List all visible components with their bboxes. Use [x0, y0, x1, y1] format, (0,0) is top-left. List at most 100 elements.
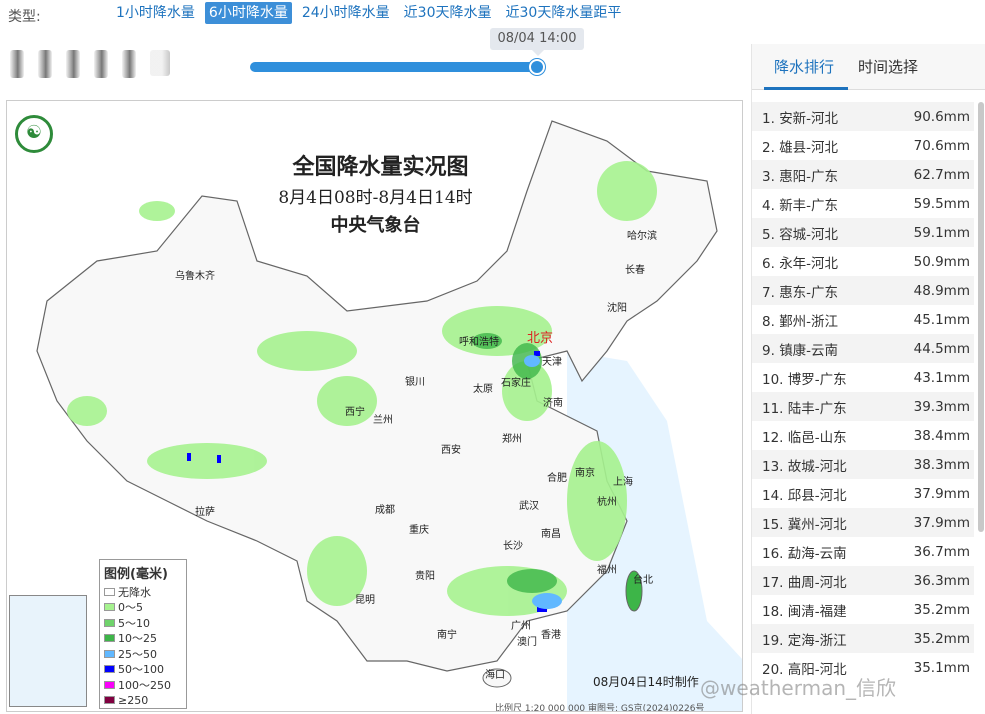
city-label: 西安 [441, 445, 461, 456]
ranking-row[interactable]: 6. 永年-河北 50.9mm [752, 247, 974, 276]
ranking-tabs: 降水排行 时间选择 [752, 44, 985, 90]
time-slider-handle[interactable] [529, 59, 545, 75]
ranking-place: 邱县-河北 [787, 487, 847, 504]
city-label: 昆明 [355, 595, 375, 606]
ranking-value: 44.5mm [913, 340, 970, 357]
ranking-value: 38.4mm [913, 427, 970, 444]
legend-item: 10～25 [104, 631, 182, 647]
ranking-place: 勐海-云南 [787, 545, 847, 562]
ranking-row[interactable]: 7. 惠东-广东 48.9mm [752, 276, 974, 305]
ranking-number: 5. [762, 226, 775, 243]
ranking-row[interactable]: 11. 陆丰-广东 39.3mm [752, 392, 974, 421]
ranking-value: 59.1mm [913, 224, 970, 241]
ranking-label: 5. 容城-河北 [762, 223, 838, 243]
legend-swatch [104, 680, 115, 689]
legend-swatch [104, 665, 115, 674]
ranking-row[interactable]: 3. 惠阳-广东 62.7mm [752, 160, 974, 189]
animation-frames [10, 50, 170, 78]
ranking-number: 18. [762, 603, 784, 620]
ranking-label: 13. 故城-河北 [762, 455, 847, 475]
legend-swatch [104, 618, 115, 627]
ranking-place: 闽清-福建 [787, 603, 847, 620]
ranking-label: 11. 陆丰-广东 [762, 397, 847, 417]
ranking-row[interactable]: 1. 安新-河北 90.6mm [752, 102, 974, 131]
ranking-value: 36.3mm [913, 572, 970, 589]
tab-6h-precip[interactable]: 6小时降水量 [204, 2, 292, 24]
ranking-row[interactable]: 5. 容城-河北 59.1mm [752, 218, 974, 247]
legend-swatch [104, 603, 115, 612]
ranking-row[interactable]: 16. 勐海-云南 36.7mm [752, 537, 974, 566]
tab-precip-ranking[interactable]: 降水排行 [774, 56, 834, 77]
tab-1h-precip[interactable]: 1小时降水量 [112, 2, 199, 24]
tab-30d-precip[interactable]: 近30天降水量 [400, 2, 496, 24]
city-label: 杭州 [597, 497, 617, 508]
ranking-number: 15. [762, 516, 784, 533]
ranking-label: 15. 冀州-河北 [762, 513, 847, 533]
city-label: 成都 [375, 505, 395, 516]
tab-time-select[interactable]: 时间选择 [858, 56, 918, 77]
ranking-value: 35.1mm [913, 659, 970, 676]
ranking-place: 冀州-河北 [787, 516, 847, 533]
ranking-row[interactable]: 2. 雄县-河北 70.6mm [752, 131, 974, 160]
frame-thumb[interactable] [122, 50, 136, 78]
ranking-row[interactable]: 14. 邱县-河北 37.9mm [752, 479, 974, 508]
ranking-value: 43.1mm [913, 369, 970, 386]
ranking-label: 6. 永年-河北 [762, 252, 838, 272]
tab-30d-anomaly[interactable]: 近30天降水量距平 [502, 2, 626, 24]
ranking-number: 17. [762, 574, 784, 591]
legend-item: 100～250 [104, 677, 182, 693]
ranking-scrollbar[interactable] [978, 102, 984, 532]
city-label-capital: 北京 [527, 331, 554, 346]
ranking-row[interactable]: 15. 冀州-河北 37.9mm [752, 508, 974, 537]
ranking-row[interactable]: 17. 曲周-河北 36.3mm [752, 566, 974, 595]
city-label: 济南 [543, 398, 563, 409]
ranking-row[interactable]: 4. 新丰-广东 59.5mm [752, 189, 974, 218]
ranking-row[interactable]: 12. 临邑-山东 38.4mm [752, 421, 974, 450]
ranking-list: 1. 安新-河北 90.6mm 2. 雄县-河北 70.6mm 3. 惠阳-广东 62.7… [752, 102, 974, 682]
ranking-row[interactable]: 8. 鄞州-浙江 45.1mm [752, 305, 974, 334]
city-label: 台北 [633, 575, 653, 586]
city-label: 上海 [613, 477, 633, 488]
city-label: 郑州 [502, 434, 522, 445]
ranking-place: 陆丰-广东 [787, 400, 847, 417]
map-period: 8月4日08时-8月4日14时 [278, 188, 473, 208]
ranking-row[interactable]: 10. 博罗-广东 43.1mm [752, 363, 974, 392]
legend-item: 50～100 [104, 662, 182, 678]
ranking-number: 10. [762, 371, 784, 388]
ranking-value: 35.2mm [913, 601, 970, 618]
frame-thumb[interactable] [10, 50, 24, 78]
ranking-place: 惠东-广东 [779, 284, 839, 301]
ranking-row[interactable]: 13. 故城-河北 38.3mm [752, 450, 974, 479]
frame-thumb[interactable] [38, 50, 52, 78]
ranking-row[interactable]: 19. 定海-浙江 35.2mm [752, 624, 974, 653]
type-tabs: 1小时降水量 6小时降水量 24小时降水量 近30天降水量 近30天降水量距平 [112, 2, 625, 24]
ranking-label: 17. 曲周-河北 [762, 571, 847, 591]
frame-thumb[interactable] [150, 50, 170, 76]
ranking-number: 4. [762, 197, 775, 214]
tab-24h-precip[interactable]: 24小时降水量 [298, 2, 394, 24]
city-label: 贵阳 [415, 571, 435, 582]
ranking-label: 3. 惠阳-广东 [762, 165, 838, 185]
ranking-value: 62.7mm [913, 166, 970, 183]
ranking-value: 59.5mm [913, 195, 970, 212]
ranking-label: 4. 新丰-广东 [762, 194, 838, 214]
map-footer: 比例尺 1:20 000 000 审图号: GS京(2024)0226号 [495, 704, 705, 712]
ranking-value: 35.2mm [913, 630, 970, 647]
ranking-value: 38.3mm [913, 456, 970, 473]
ranking-number: 1. [762, 110, 775, 127]
ranking-value: 45.1mm [913, 311, 970, 328]
legend-title: 图例(毫米) [104, 567, 168, 582]
ranking-number: 11. [762, 400, 784, 417]
ranking-row[interactable]: 9. 镇康-云南 44.5mm [752, 334, 974, 363]
ranking-value: 50.9mm [913, 253, 970, 270]
ranking-place: 雄县-河北 [779, 139, 839, 156]
frame-thumb[interactable] [66, 50, 80, 78]
frame-thumb[interactable] [94, 50, 108, 78]
legend-swatch [104, 696, 115, 705]
city-label: 天津 [542, 357, 562, 368]
ranking-label: 7. 惠东-广东 [762, 281, 838, 301]
time-slider-track[interactable] [250, 62, 538, 72]
legend-item: 25～50 [104, 646, 182, 662]
ranking-row[interactable]: 18. 闽清-福建 35.2mm [752, 595, 974, 624]
ranking-label: 1. 安新-河北 [762, 107, 838, 127]
